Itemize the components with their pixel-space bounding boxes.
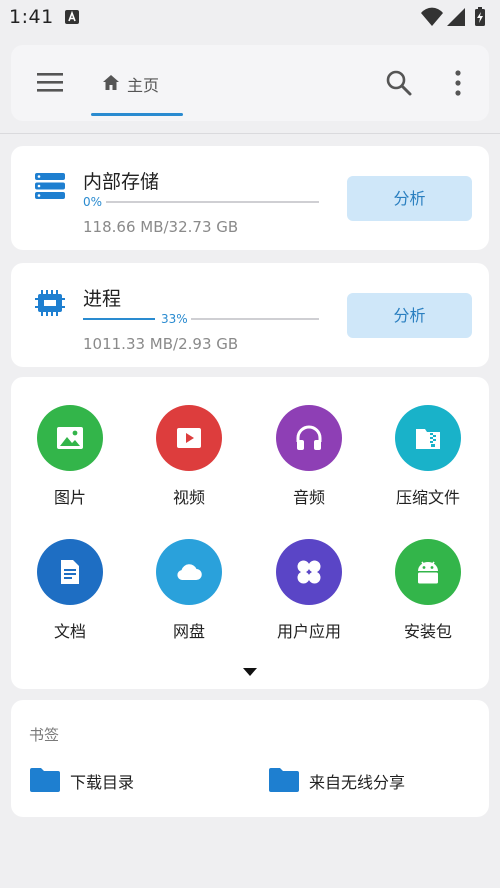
category-circle	[395, 539, 461, 605]
analyze-process-button[interactable]: 分析	[347, 293, 472, 338]
bookmarks-header: 书签	[29, 726, 60, 744]
category-circle	[37, 405, 103, 471]
storage-icon	[35, 173, 65, 199]
category-label: 视频	[172, 488, 205, 507]
document-icon	[61, 560, 79, 584]
category-circle	[276, 539, 342, 605]
process-memory-card[interactable]: 进程 33% 1011.33 MB/2.93 GB 分析	[11, 263, 489, 367]
bookmark-label: 下载目录	[70, 773, 135, 792]
apps-icon	[297, 560, 321, 584]
category-label: 压缩文件	[395, 488, 460, 507]
bookmarks-card: 书签 下载目录 来自无线分享	[11, 700, 489, 817]
category-label: 用户应用	[276, 622, 341, 641]
category-circle	[37, 539, 103, 605]
process-progress-fill	[83, 318, 155, 320]
signal-icon	[447, 8, 465, 26]
home-icon	[103, 75, 119, 90]
storage-percent: 0%	[83, 195, 103, 209]
category-label: 文档	[53, 622, 86, 641]
memory-chip-icon	[35, 290, 65, 316]
menu-icon[interactable]	[37, 71, 63, 93]
system-status-icons	[421, 7, 485, 26]
category-circle	[276, 405, 342, 471]
category-audio[interactable]: 音频	[254, 405, 364, 508]
status-time: 1:41	[9, 6, 54, 28]
top-app-bar: 主页	[11, 45, 489, 121]
headphones-icon	[296, 425, 322, 450]
category-images[interactable]: 图片	[15, 405, 125, 508]
tab-home-label: 主页	[127, 76, 160, 95]
tab-indicator	[91, 113, 183, 116]
internal-storage-card[interactable]: 内部存储 0% 118.66 MB/32.73 GB 分析	[11, 146, 489, 250]
category-label: 网盘	[172, 622, 205, 641]
category-archives[interactable]: 压缩文件	[373, 405, 483, 508]
category-label: 音频	[292, 488, 325, 507]
bookmark-wireless-share[interactable]: 来自无线分享	[269, 764, 469, 794]
analyze-storage-button[interactable]: 分析	[347, 176, 472, 221]
header-divider	[0, 133, 500, 134]
process-progress-track	[191, 318, 319, 320]
category-label: 图片	[53, 488, 86, 507]
status-bar: 1:41	[0, 0, 500, 34]
wifi-icon	[421, 7, 443, 26]
category-video[interactable]: 视频	[134, 405, 244, 508]
category-circle	[156, 539, 222, 605]
archive-icon	[416, 429, 440, 449]
video-icon	[177, 428, 201, 448]
bookmark-label: 来自无线分享	[309, 773, 406, 792]
search-icon[interactable]	[385, 69, 413, 97]
storage-title: 内部存储	[83, 171, 160, 193]
more-vert-icon[interactable]	[451, 69, 465, 97]
category-grid: 图片 视频 音频 压缩文件 文档 网盘 用户应用 安装包	[11, 377, 489, 689]
bookmark-downloads[interactable]: 下载目录	[30, 764, 230, 794]
category-documents[interactable]: 文档	[15, 539, 125, 642]
category-circle	[395, 405, 461, 471]
process-size: 1011.33 MB/2.93 GB	[83, 335, 239, 353]
expand-more-icon[interactable]	[242, 667, 258, 677]
folder-icon	[30, 768, 60, 792]
category-label: 安装包	[403, 622, 452, 641]
folder-icon	[269, 768, 299, 792]
image-icon	[57, 427, 83, 449]
process-title: 进程	[83, 288, 122, 310]
category-circle	[156, 405, 222, 471]
process-percent: 33%	[161, 312, 188, 326]
tab-home[interactable]: 主页	[91, 45, 183, 121]
category-user-apps[interactable]: 用户应用	[254, 539, 364, 642]
cloud-icon	[177, 564, 202, 581]
category-apk[interactable]: 安装包	[373, 539, 483, 642]
storage-size: 118.66 MB/32.73 GB	[83, 218, 239, 236]
category-cloud[interactable]: 网盘	[134, 539, 244, 642]
storage-progress-track	[106, 201, 319, 203]
notification-app-icon	[65, 10, 79, 24]
android-icon	[418, 561, 438, 584]
